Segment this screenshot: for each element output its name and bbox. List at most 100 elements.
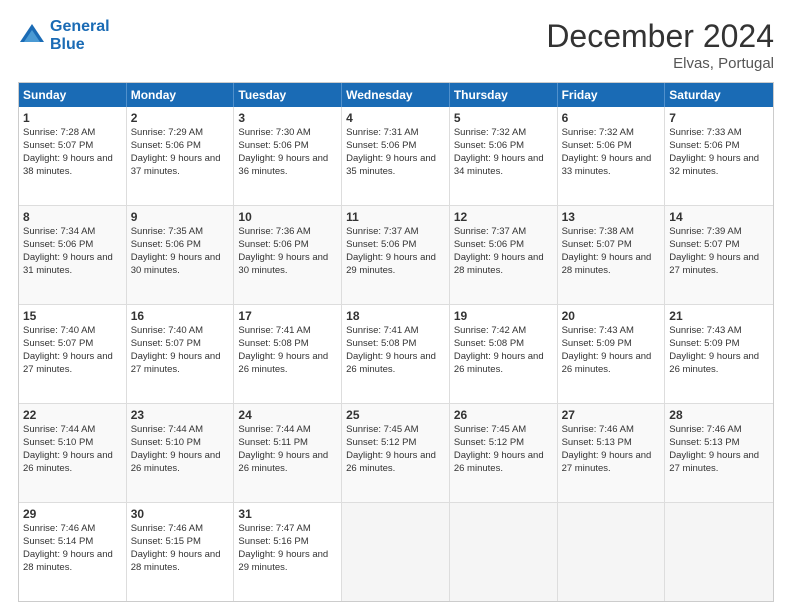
header-sunday: Sunday <box>19 83 127 107</box>
daylight-text: Daylight: 9 hours and 28 minutes. <box>562 252 652 276</box>
calendar-cell: 25 Sunrise: 7:45 AM Sunset: 5:12 PM Dayl… <box>342 404 450 502</box>
daylight-text: Daylight: 9 hours and 27 minutes. <box>131 351 221 375</box>
daylight-text: Daylight: 9 hours and 26 minutes. <box>131 450 221 474</box>
sunset-text: Sunset: 5:06 PM <box>454 140 524 151</box>
sunrise-text: Sunrise: 7:44 AM <box>23 424 95 435</box>
sunrise-text: Sunrise: 7:35 AM <box>131 226 203 237</box>
daylight-text: Daylight: 9 hours and 28 minutes. <box>131 549 221 573</box>
calendar-row: 1 Sunrise: 7:28 AM Sunset: 5:07 PM Dayli… <box>19 107 773 205</box>
daylight-text: Daylight: 9 hours and 29 minutes. <box>238 549 328 573</box>
sunset-text: Sunset: 5:11 PM <box>238 437 308 448</box>
day-number: 9 <box>131 209 230 225</box>
calendar-cell: 17 Sunrise: 7:41 AM Sunset: 5:08 PM Dayl… <box>234 305 342 403</box>
calendar-cell: 15 Sunrise: 7:40 AM Sunset: 5:07 PM Dayl… <box>19 305 127 403</box>
calendar-cell: 4 Sunrise: 7:31 AM Sunset: 5:06 PM Dayli… <box>342 107 450 205</box>
sunset-text: Sunset: 5:13 PM <box>562 437 632 448</box>
sunset-text: Sunset: 5:13 PM <box>669 437 739 448</box>
calendar-cell: 27 Sunrise: 7:46 AM Sunset: 5:13 PM Dayl… <box>558 404 666 502</box>
sunset-text: Sunset: 5:06 PM <box>346 239 416 250</box>
day-number: 13 <box>562 209 661 225</box>
daylight-text: Daylight: 9 hours and 26 minutes. <box>238 450 328 474</box>
calendar-cell: 19 Sunrise: 7:42 AM Sunset: 5:08 PM Dayl… <box>450 305 558 403</box>
calendar-cell: 24 Sunrise: 7:44 AM Sunset: 5:11 PM Dayl… <box>234 404 342 502</box>
day-number: 28 <box>669 407 769 423</box>
sunrise-text: Sunrise: 7:36 AM <box>238 226 310 237</box>
sunrise-text: Sunrise: 7:38 AM <box>562 226 634 237</box>
daylight-text: Daylight: 9 hours and 26 minutes. <box>562 351 652 375</box>
sunset-text: Sunset: 5:07 PM <box>562 239 632 250</box>
calendar-cell: 20 Sunrise: 7:43 AM Sunset: 5:09 PM Dayl… <box>558 305 666 403</box>
sunrise-text: Sunrise: 7:46 AM <box>131 523 203 534</box>
day-number: 15 <box>23 308 122 324</box>
day-number: 7 <box>669 110 769 126</box>
day-number: 24 <box>238 407 337 423</box>
day-number: 21 <box>669 308 769 324</box>
sunset-text: Sunset: 5:10 PM <box>131 437 201 448</box>
calendar-header: Sunday Monday Tuesday Wednesday Thursday… <box>19 83 773 107</box>
calendar-cell: 6 Sunrise: 7:32 AM Sunset: 5:06 PM Dayli… <box>558 107 666 205</box>
day-number: 25 <box>346 407 445 423</box>
day-number: 2 <box>131 110 230 126</box>
daylight-text: Daylight: 9 hours and 30 minutes. <box>238 252 328 276</box>
calendar-cell: 2 Sunrise: 7:29 AM Sunset: 5:06 PM Dayli… <box>127 107 235 205</box>
sunrise-text: Sunrise: 7:37 AM <box>454 226 526 237</box>
calendar-cell: 30 Sunrise: 7:46 AM Sunset: 5:15 PM Dayl… <box>127 503 235 601</box>
calendar-cell: 9 Sunrise: 7:35 AM Sunset: 5:06 PM Dayli… <box>127 206 235 304</box>
sunset-text: Sunset: 5:09 PM <box>562 338 632 349</box>
day-number: 12 <box>454 209 553 225</box>
calendar-row: 15 Sunrise: 7:40 AM Sunset: 5:07 PM Dayl… <box>19 304 773 403</box>
sunset-text: Sunset: 5:12 PM <box>346 437 416 448</box>
day-number: 17 <box>238 308 337 324</box>
calendar-cell: 1 Sunrise: 7:28 AM Sunset: 5:07 PM Dayli… <box>19 107 127 205</box>
sunrise-text: Sunrise: 7:37 AM <box>346 226 418 237</box>
empty-cell <box>665 503 773 601</box>
sunset-text: Sunset: 5:07 PM <box>23 140 93 151</box>
calendar-cell: 13 Sunrise: 7:38 AM Sunset: 5:07 PM Dayl… <box>558 206 666 304</box>
logo: General Blue <box>18 18 110 53</box>
calendar: Sunday Monday Tuesday Wednesday Thursday… <box>18 82 774 602</box>
daylight-text: Daylight: 9 hours and 26 minutes. <box>454 351 544 375</box>
sunset-text: Sunset: 5:08 PM <box>454 338 524 349</box>
sunrise-text: Sunrise: 7:43 AM <box>562 325 634 336</box>
calendar-cell: 3 Sunrise: 7:30 AM Sunset: 5:06 PM Dayli… <box>234 107 342 205</box>
sunset-text: Sunset: 5:12 PM <box>454 437 524 448</box>
daylight-text: Daylight: 9 hours and 26 minutes. <box>346 351 436 375</box>
daylight-text: Daylight: 9 hours and 35 minutes. <box>346 153 436 177</box>
calendar-row: 22 Sunrise: 7:44 AM Sunset: 5:10 PM Dayl… <box>19 403 773 502</box>
day-number: 29 <box>23 506 122 522</box>
day-number: 20 <box>562 308 661 324</box>
daylight-text: Daylight: 9 hours and 31 minutes. <box>23 252 113 276</box>
calendar-cell: 29 Sunrise: 7:46 AM Sunset: 5:14 PM Dayl… <box>19 503 127 601</box>
daylight-text: Daylight: 9 hours and 27 minutes. <box>562 450 652 474</box>
daylight-text: Daylight: 9 hours and 26 minutes. <box>669 351 759 375</box>
page: General Blue December 2024 Elvas, Portug… <box>0 0 792 612</box>
sunrise-text: Sunrise: 7:46 AM <box>669 424 741 435</box>
sunset-text: Sunset: 5:06 PM <box>131 140 201 151</box>
sunset-text: Sunset: 5:07 PM <box>669 239 739 250</box>
sunrise-text: Sunrise: 7:40 AM <box>23 325 95 336</box>
day-number: 26 <box>454 407 553 423</box>
sunrise-text: Sunrise: 7:47 AM <box>238 523 310 534</box>
sunrise-text: Sunrise: 7:32 AM <box>454 127 526 138</box>
sunset-text: Sunset: 5:06 PM <box>238 140 308 151</box>
sunset-text: Sunset: 5:06 PM <box>23 239 93 250</box>
day-number: 22 <box>23 407 122 423</box>
sunrise-text: Sunrise: 7:45 AM <box>346 424 418 435</box>
daylight-text: Daylight: 9 hours and 26 minutes. <box>346 450 436 474</box>
calendar-cell: 10 Sunrise: 7:36 AM Sunset: 5:06 PM Dayl… <box>234 206 342 304</box>
title-block: December 2024 Elvas, Portugal <box>546 18 774 72</box>
day-number: 11 <box>346 209 445 225</box>
calendar-cell: 14 Sunrise: 7:39 AM Sunset: 5:07 PM Dayl… <box>665 206 773 304</box>
sunrise-text: Sunrise: 7:46 AM <box>562 424 634 435</box>
sunset-text: Sunset: 5:07 PM <box>131 338 201 349</box>
day-number: 18 <box>346 308 445 324</box>
calendar-cell: 28 Sunrise: 7:46 AM Sunset: 5:13 PM Dayl… <box>665 404 773 502</box>
calendar-cell: 31 Sunrise: 7:47 AM Sunset: 5:16 PM Dayl… <box>234 503 342 601</box>
sunset-text: Sunset: 5:08 PM <box>346 338 416 349</box>
day-number: 4 <box>346 110 445 126</box>
sunset-text: Sunset: 5:07 PM <box>23 338 93 349</box>
daylight-text: Daylight: 9 hours and 29 minutes. <box>346 252 436 276</box>
day-number: 1 <box>23 110 122 126</box>
sunset-text: Sunset: 5:06 PM <box>669 140 739 151</box>
sunset-text: Sunset: 5:06 PM <box>131 239 201 250</box>
